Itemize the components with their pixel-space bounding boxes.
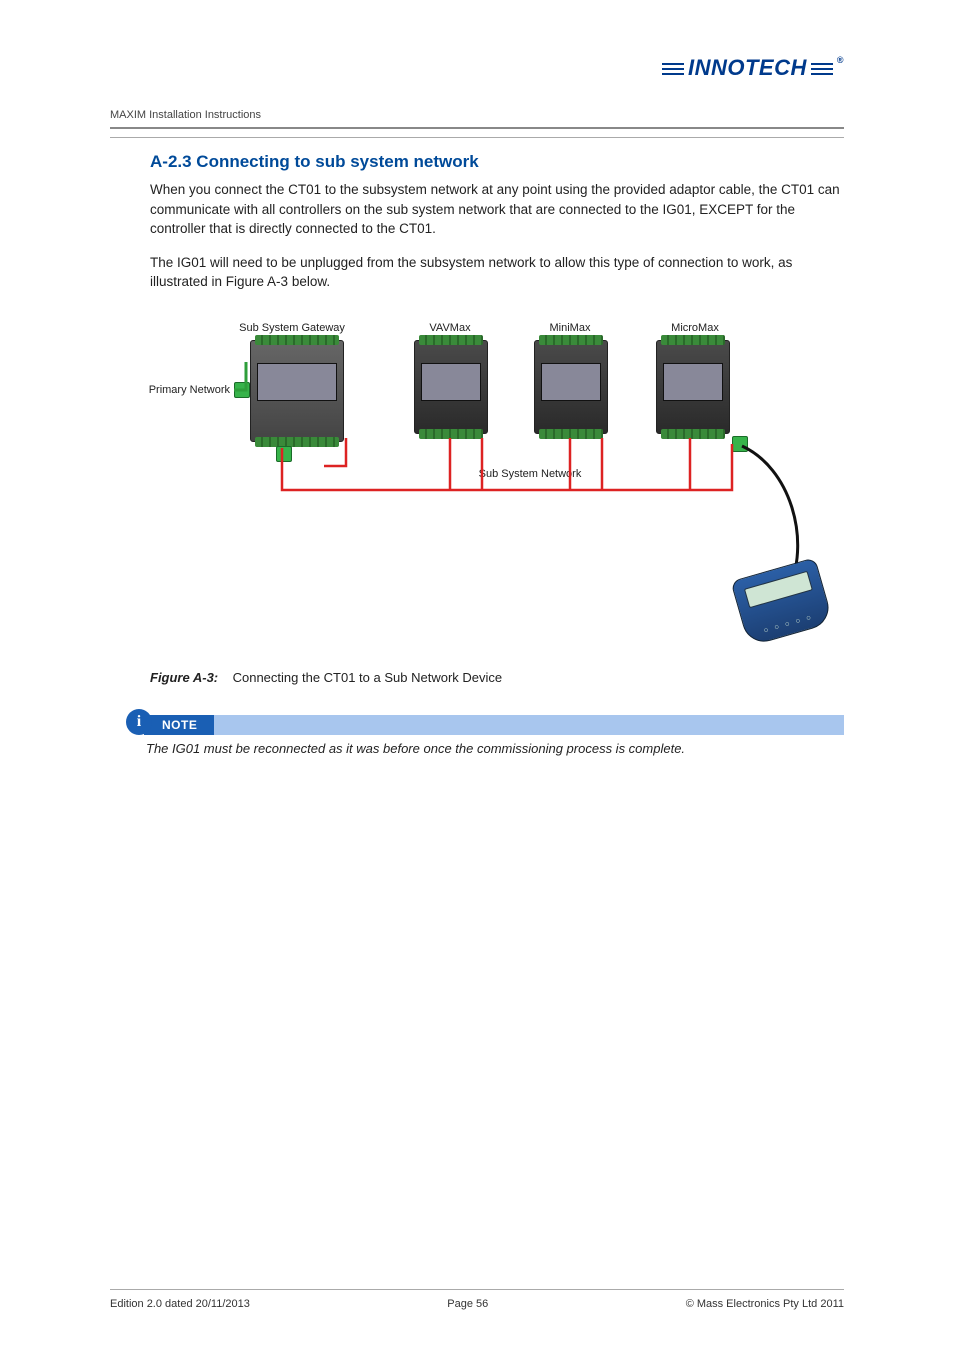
figure-caption: Figure A-3: Connecting the CT01 to a Sub…: [150, 670, 844, 685]
divider: [110, 137, 844, 138]
label-minimax: MiniMax: [540, 322, 600, 334]
brand-logo: INNOTECH®: [110, 55, 844, 81]
label-subsystem-network: Sub System Network: [460, 468, 600, 480]
figure-caption-text: Connecting the CT01 to a Sub Network Dev…: [233, 670, 503, 685]
paragraph: The IG01 will need to be unplugged from …: [150, 253, 844, 292]
page-footer: Edition 2.0 dated 20/11/2013 Page 56 © M…: [110, 1289, 844, 1310]
label-vavmax: VAVMax: [420, 322, 480, 334]
device-minimax: [534, 340, 608, 434]
label-micromax: MicroMax: [660, 322, 730, 334]
footer-page-number: Page 56: [447, 1298, 488, 1310]
info-icon: i: [126, 709, 152, 735]
brand-text: INNOTECH: [688, 55, 807, 80]
note-badge: NOTE: [162, 718, 197, 732]
device-micromax: [656, 340, 730, 434]
figure-a-3: Sub System Gateway VAVMax MiniMax MicroM…: [150, 318, 830, 658]
note-text: The IG01 must be reconnected as it was b…: [146, 741, 844, 756]
device-gateway: [250, 340, 344, 442]
paragraph: When you connect the CT01 to the subsyst…: [150, 180, 844, 239]
footer-edition: Edition 2.0 dated 20/11/2013: [110, 1298, 250, 1310]
device-ct01-handheld: ○ ○ ○ ○ ○: [730, 557, 833, 647]
footer-copyright: © Mass Electronics Pty Ltd 2011: [686, 1298, 844, 1310]
figure-caption-label: Figure A-3:: [150, 670, 218, 685]
section-heading: A-2.3 Connecting to sub system network: [150, 152, 844, 172]
connector-plug: [276, 446, 292, 462]
label-primary-network: Primary Network: [140, 384, 230, 396]
connector-plug: [234, 382, 250, 398]
note-box: i NOTE The IG01 must be reconnected as i…: [126, 715, 844, 756]
device-vavmax: [414, 340, 488, 434]
connector-plug: [732, 436, 748, 452]
label-gateway: Sub System Gateway: [232, 322, 352, 334]
document-title: MAXIM Installation Instructions: [110, 109, 844, 121]
